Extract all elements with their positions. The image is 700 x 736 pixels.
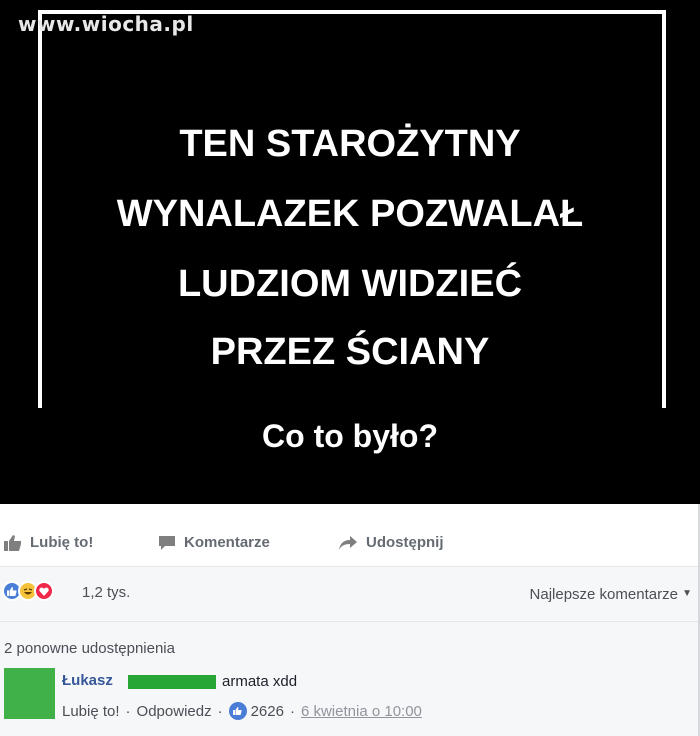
watermark: www.wiocha.pl bbox=[18, 12, 194, 36]
action-bar: Lubię to! Komentarze Udostępnij bbox=[0, 504, 700, 567]
headline-line-1: TEN STAROŻYTNY bbox=[179, 123, 521, 165]
comment-button[interactable]: Komentarze bbox=[158, 534, 270, 551]
like-button[interactable]: Lubię to! bbox=[4, 534, 93, 551]
headline-line-4: PRZEZ ŚCIANY bbox=[210, 331, 490, 373]
comment-text: armata xdd bbox=[222, 673, 298, 690]
avatar[interactable] bbox=[4, 668, 55, 719]
post-image[interactable]: www.wiocha.pl TEN STAROŻYTNY WYNALAZEK P… bbox=[0, 0, 700, 504]
headline-line-2: WYNALAZEK POZWALAŁ bbox=[116, 193, 584, 235]
censored-surname bbox=[128, 675, 216, 689]
like-count-value: 2626 bbox=[250, 702, 284, 720]
reaction-icons[interactable] bbox=[2, 581, 54, 601]
comment-like-count[interactable]: 2626 bbox=[228, 702, 284, 720]
comment-author[interactable]: Łukasz bbox=[62, 672, 113, 689]
share-label: Udostępnij bbox=[366, 534, 444, 551]
share-arrow-icon bbox=[339, 535, 357, 550]
thumbs-up-icon bbox=[4, 534, 21, 551]
comment-like-link[interactable]: Lubię to! bbox=[62, 703, 120, 720]
comment-reply-link[interactable]: Odpowiedz bbox=[137, 703, 212, 720]
headline-line-3: LUDZIOM WIDZIEĆ bbox=[177, 263, 523, 305]
like-badge-icon bbox=[228, 702, 247, 720]
separator-dot: · bbox=[289, 702, 295, 720]
comment-meta: Lubię to! · Odpowiedz · 2626 · 6 kwietni… bbox=[62, 702, 422, 720]
caret-down-icon: ▼ bbox=[682, 588, 692, 599]
comment-date-link[interactable]: 6 kwietnia o 10:00 bbox=[301, 703, 422, 720]
comment-label: Komentarze bbox=[184, 534, 270, 551]
separator-dot: · bbox=[217, 702, 223, 720]
sort-label: Najlepsze komentarze bbox=[529, 586, 678, 603]
separator-dot: · bbox=[125, 702, 131, 720]
like-label: Lubię to! bbox=[30, 534, 94, 551]
reactions-summary: 1,2 tys. Najlepsze komentarze ▼ bbox=[0, 567, 700, 622]
comments-section: 2 ponowne udostępnienia Łukasz armata xd… bbox=[0, 622, 700, 736]
comment-sort-dropdown[interactable]: Najlepsze komentarze ▼ bbox=[530, 586, 692, 603]
question-text: Co to było? bbox=[262, 418, 438, 454]
love-reaction-icon bbox=[34, 581, 54, 601]
comment-icon bbox=[159, 535, 175, 550]
reaction-count[interactable]: 1,2 tys. bbox=[82, 584, 130, 601]
share-button[interactable]: Udostępnij bbox=[338, 534, 444, 551]
shares-link[interactable]: 2 ponowne udostępnienia bbox=[4, 640, 175, 657]
